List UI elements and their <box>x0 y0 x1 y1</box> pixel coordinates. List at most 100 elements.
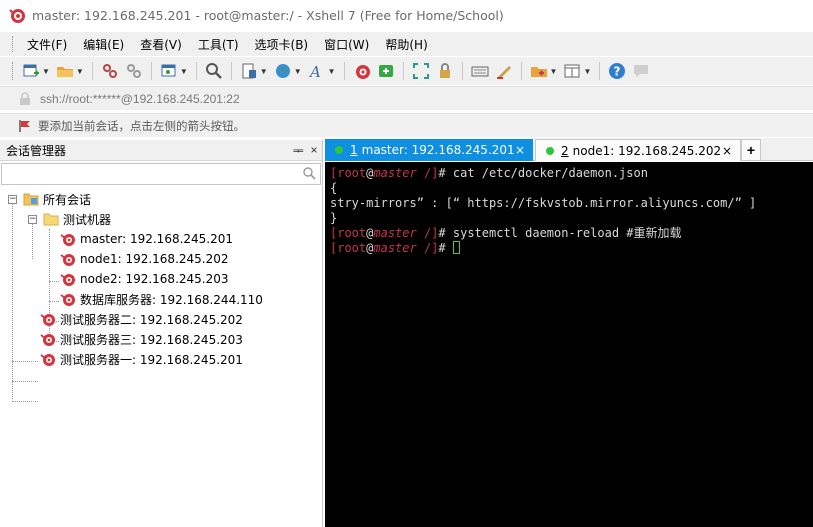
compose-button[interactable] <box>492 60 516 82</box>
keyboard-icon <box>471 66 489 77</box>
toolbar-separator <box>599 62 601 80</box>
tree-item-session[interactable]: node1: 192.168.245.202 <box>0 249 322 269</box>
session-icon <box>40 334 55 346</box>
output-text: } <box>330 211 338 225</box>
xshell-button[interactable] <box>350 60 374 82</box>
tab-number: 1 <box>350 143 358 157</box>
tree-item-session[interactable]: 测试服务器二: 192.168.245.202 <box>0 309 322 329</box>
reconnect-button[interactable] <box>98 60 122 82</box>
command-text: systemctl daemon-reload #重新加载 <box>452 226 682 240</box>
dropdown-arrow-icon: ▼ <box>549 66 558 76</box>
prompt-symbol: # <box>438 166 453 180</box>
tree-label: master: 192.168.245.201 <box>80 232 234 246</box>
prompt-dir: / <box>416 226 432 240</box>
prompt-dir: / <box>416 241 432 255</box>
toolbar-grip <box>12 62 15 80</box>
chat-button[interactable] <box>629 60 653 82</box>
terminal-line: } <box>330 211 813 226</box>
lock-icon <box>439 63 450 78</box>
chat-icon <box>634 65 649 77</box>
menu-tools[interactable]: 工具(T) <box>190 33 247 56</box>
add-folder-icon <box>530 67 547 77</box>
terminal-cursor <box>452 241 460 254</box>
tree-label: 数据库服务器: 192.168.244.110 <box>80 292 263 307</box>
find-button[interactable] <box>202 60 226 82</box>
new-window-button[interactable]: ▼ <box>157 60 191 82</box>
menu-tabs[interactable]: 选项卡(B) <box>247 33 317 56</box>
layout-button[interactable]: ▼ <box>560 60 594 82</box>
connected-status-icon <box>335 146 343 154</box>
collapse-icon[interactable]: − <box>28 214 37 224</box>
tree-item-session[interactable]: 测试服务器一: 192.168.245.201 <box>0 349 322 369</box>
pin-icon[interactable]: ᆍ <box>290 142 306 159</box>
terminal-line: [root@master /]# cat /etc/docker/daemon.… <box>330 166 813 181</box>
output-text: stry-mirrors” : [“ https://fskvstob.mirr… <box>330 196 757 210</box>
tree-item-test-machines[interactable]: − 测试机器 <box>0 209 322 229</box>
terminal-line: { <box>330 181 813 196</box>
menu-file[interactable]: 文件(F) <box>19 33 75 56</box>
session-search-input[interactable] <box>2 164 320 184</box>
window-title: master: 192.168.245.201 - root@master:/ … <box>32 7 504 23</box>
prompt-user: root <box>337 241 367 255</box>
tab-number: 2 <box>561 143 569 158</box>
tree-item-session[interactable]: master: 192.168.245.201 <box>0 229 322 249</box>
fullscreen-button[interactable] <box>409 60 433 82</box>
tree-item-all-sessions[interactable]: − 所有会话 <box>0 189 322 209</box>
disconnect-button[interactable] <box>122 60 146 82</box>
prompt-dir: / <box>416 166 432 180</box>
tree-connector <box>12 401 38 402</box>
session-icon <box>60 254 75 266</box>
session-manager-panel: 会话管理器 ᆍ × − 所有会话 − 测试机器 master: 192.168.… <box>0 140 323 527</box>
close-panel-button[interactable]: × <box>306 143 322 157</box>
lock-button[interactable] <box>433 60 457 82</box>
session-manager-header: 会话管理器 ᆍ × <box>0 140 322 161</box>
dropdown-arrow-icon: ▼ <box>75 66 84 76</box>
svg-text:A: A <box>308 63 321 80</box>
tree-item-session[interactable]: 数据库服务器: 192.168.244.110 <box>0 289 322 309</box>
lock-icon <box>20 91 30 105</box>
xftp-button[interactable] <box>374 60 398 82</box>
session-manager-title: 会话管理器 <box>6 143 67 158</box>
new-window-icon <box>161 64 176 77</box>
close-tab-button[interactable]: × <box>515 143 525 157</box>
toolbar-separator <box>150 62 152 80</box>
session-address[interactable]: ssh://root:******@192.168.245.201:22 <box>40 92 240 106</box>
toolbar: ▼ ▼ ▼ ▼ ▼ A ▼ ▼ ▼ ? <box>0 57 813 85</box>
new-tab-button[interactable]: + <box>741 139 761 161</box>
open-button[interactable]: ▼ <box>53 60 87 82</box>
dropdown-arrow-icon: ▼ <box>259 66 268 76</box>
close-tab-button[interactable]: × <box>722 144 732 158</box>
menu-window[interactable]: 窗口(W) <box>316 33 377 56</box>
toolbar-separator <box>461 62 463 80</box>
collapse-icon[interactable]: − <box>8 194 17 204</box>
tab-master[interactable]: 1 master: 192.168.245.201 × <box>325 139 533 161</box>
prompt-host: master <box>373 166 417 180</box>
tab-node1[interactable]: 2 node1: 192.168.245.202 × <box>535 139 741 161</box>
menu-view[interactable]: 查看(V) <box>132 33 190 56</box>
disconnect-icon <box>126 64 141 78</box>
menu-help[interactable]: 帮助(H) <box>377 33 435 56</box>
search-icon[interactable] <box>303 167 316 180</box>
add-folder-button[interactable]: ▼ <box>527 60 561 82</box>
transfer-button[interactable]: ▼ <box>237 60 271 82</box>
address-bar: ssh://root:******@192.168.245.201:22 <box>0 86 813 110</box>
menu-edit[interactable]: 编辑(E) <box>75 33 132 56</box>
globe-button[interactable]: ▼ <box>271 60 305 82</box>
prompt-host: master <box>373 241 417 255</box>
tree-item-session[interactable]: 测试服务器三: 192.168.245.203 <box>0 329 322 349</box>
new-session-button[interactable]: ▼ <box>19 60 53 82</box>
session-icon <box>40 354 55 366</box>
font-icon: A <box>308 63 321 80</box>
keyboard-button[interactable] <box>468 60 492 82</box>
help-icon: ? <box>609 63 626 79</box>
font-button[interactable]: A ▼ <box>305 60 339 82</box>
menu-grip <box>12 36 15 52</box>
hint-bar: 要添加当前会话，点击左侧的箭头按钮。 <box>0 113 813 137</box>
add-session-arrow-icon[interactable] <box>18 119 32 133</box>
session-icon <box>60 234 75 246</box>
tree-item-session[interactable]: node2: 192.168.245.203 <box>0 269 322 289</box>
dropdown-arrow-icon: ▼ <box>293 66 302 76</box>
help-button[interactable]: ? <box>605 60 629 82</box>
transfer-icon <box>242 63 256 79</box>
terminal-output[interactable]: [root@master /]# cat /etc/docker/daemon.… <box>325 162 813 527</box>
